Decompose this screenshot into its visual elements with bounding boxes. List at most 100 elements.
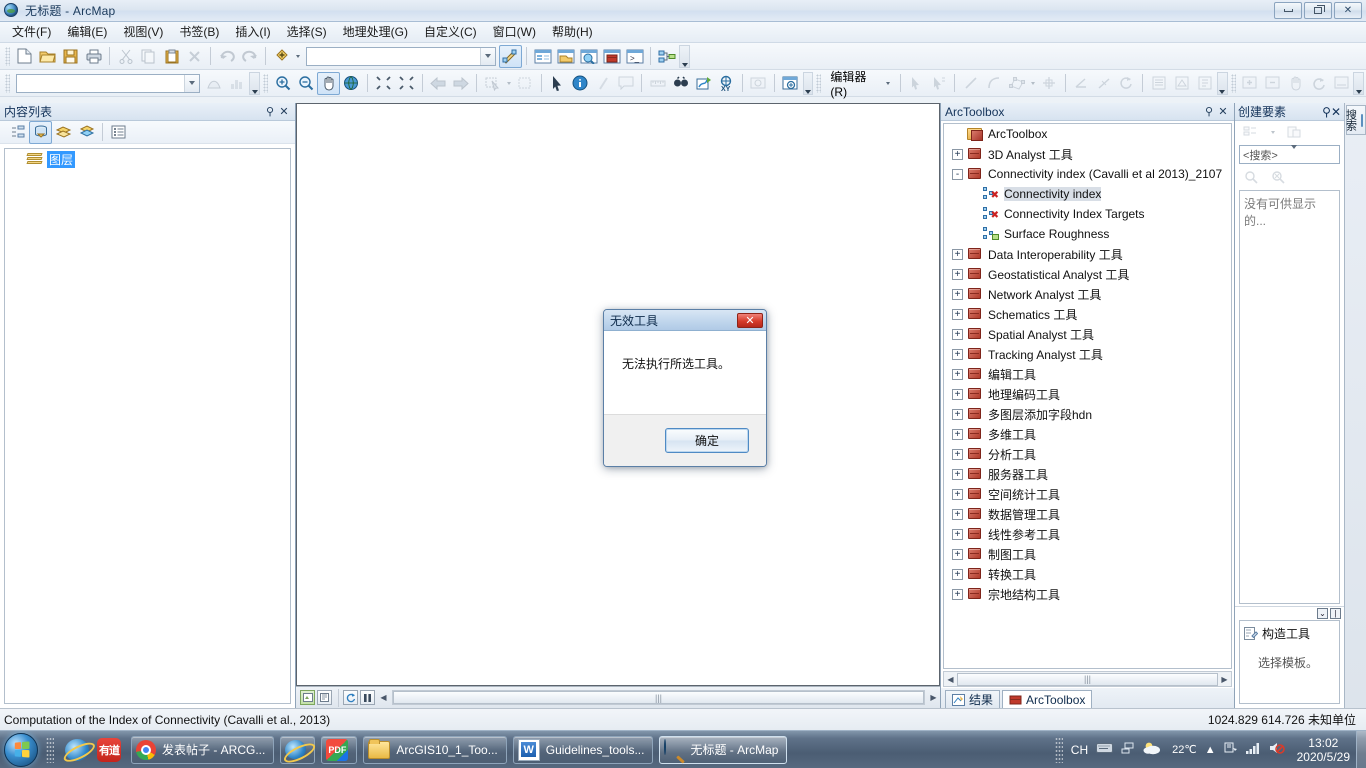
- catalog-icon[interactable]: [554, 45, 577, 68]
- toc-tree[interactable]: 图层: [4, 148, 291, 704]
- layout-view-icon[interactable]: [317, 690, 332, 705]
- expand-expander-icon[interactable]: +: [952, 468, 963, 480]
- toolbox-tree-row[interactable]: + 多维工具: [944, 424, 1231, 444]
- go-next-extent-icon[interactable]: [449, 72, 472, 95]
- standard-toolbar-overflow[interactable]: [679, 44, 690, 68]
- internet-explorer-icon[interactable]: [63, 736, 91, 763]
- edit-vertices-icon[interactable]: [1005, 72, 1028, 95]
- scroll-left-arrow[interactable]: ◀: [377, 693, 390, 702]
- tab-arctoolbox[interactable]: ArcToolbox: [1002, 690, 1093, 708]
- weather-partly-cloudy-icon[interactable]: [1142, 741, 1164, 759]
- select-dropdown[interactable]: [504, 72, 514, 95]
- toolbox-tree-row[interactable]: + 制图工具: [944, 544, 1231, 564]
- split-icon[interactable]: [1093, 72, 1116, 95]
- minimize-button[interactable]: [1274, 2, 1302, 19]
- find-icon[interactable]: [669, 72, 692, 95]
- pan-data-icon[interactable]: [1285, 72, 1308, 95]
- clear-selection-icon[interactable]: [514, 72, 537, 95]
- taskbar-clock[interactable]: 13:02 2020/5/29: [1293, 736, 1350, 764]
- dialog-close-button[interactable]: ✕: [737, 312, 763, 328]
- zoom-in-icon[interactable]: [271, 72, 294, 95]
- expand-expander-icon[interactable]: +: [952, 568, 963, 580]
- dialog-ok-button[interactable]: 确定: [665, 428, 749, 453]
- add-data-dropdown[interactable]: [293, 45, 303, 68]
- measure-icon[interactable]: [646, 72, 669, 95]
- list-by-source-icon[interactable]: [29, 120, 52, 144]
- select-features-icon[interactable]: [481, 72, 504, 95]
- expand-expander-icon[interactable]: +: [952, 588, 963, 600]
- collapse-icon[interactable]: ⌄: [1317, 608, 1328, 619]
- taskbar-item-word[interactable]: W Guidelines_tools...: [512, 735, 654, 764]
- menu-item-edit[interactable]: 编辑(E): [59, 23, 115, 42]
- expand-expander-icon[interactable]: +: [952, 448, 963, 460]
- list-by-visibility-icon[interactable]: [52, 121, 75, 144]
- restore-button[interactable]: [1304, 2, 1332, 19]
- cut-polygons-icon[interactable]: [1070, 72, 1093, 95]
- start-button[interactable]: [4, 732, 38, 767]
- toolbox-tree-row[interactable]: + Data Interoperability 工具: [944, 244, 1231, 264]
- vertical-tab-search[interactable]: 搜索: [1345, 105, 1366, 135]
- menu-item-view[interactable]: 视图(V): [115, 23, 171, 42]
- toolbar-grip[interactable]: [816, 73, 822, 93]
- layer-combo[interactable]: [15, 73, 200, 93]
- refresh-view-icon[interactable]: [343, 690, 358, 705]
- cut-icon[interactable]: [114, 45, 137, 68]
- menu-item-geoprocessing[interactable]: 地理处理(G): [335, 23, 416, 42]
- pin-icon[interactable]: ⚲: [1202, 105, 1216, 118]
- scroll-thumb[interactable]: |||: [957, 672, 1218, 686]
- arctoolbox-horizontal-scrollbar[interactable]: ◀ ||| ▶: [943, 671, 1232, 687]
- expand-expander-icon[interactable]: +: [952, 328, 963, 340]
- toolbox-tree-row[interactable]: ✖ Connectivity Index Targets: [944, 204, 1231, 224]
- full-extent-icon[interactable]: [340, 72, 363, 95]
- hyperlink-icon[interactable]: [592, 72, 615, 95]
- expand-expander-icon[interactable]: +: [952, 428, 963, 440]
- classify-icon[interactable]: [203, 72, 226, 95]
- toolbox-tree-row[interactable]: ✖ Connectivity index: [944, 184, 1231, 204]
- tray-grip[interactable]: [1054, 736, 1063, 763]
- scroll-right-arrow[interactable]: ▶: [1218, 675, 1231, 684]
- toolbox-tree-row[interactable]: + 编辑工具: [944, 364, 1231, 384]
- toolbox-tree-row[interactable]: + Tracking Analyst 工具: [944, 344, 1231, 364]
- toolbox-tree-row[interactable]: + 数据管理工具: [944, 504, 1231, 524]
- close-button[interactable]: ✕: [1334, 2, 1362, 19]
- search-icon[interactable]: [1239, 166, 1262, 189]
- reshape-feature-icon[interactable]: [1038, 72, 1061, 95]
- menu-item-insert[interactable]: 插入(I): [227, 23, 278, 42]
- expand-expander-icon[interactable]: +: [952, 148, 963, 160]
- zoom-out-data-icon[interactable]: [1262, 72, 1285, 95]
- taskbar-item-ie[interactable]: [280, 735, 316, 764]
- toolbar-grip[interactable]: [5, 73, 10, 93]
- toolbox-tree-row[interactable]: + Network Analyst 工具: [944, 284, 1231, 304]
- menu-item-windows[interactable]: 窗口(W): [485, 23, 544, 42]
- edit-vertices-dropdown[interactable]: [1028, 72, 1038, 95]
- toolbar-grip[interactable]: [263, 73, 269, 93]
- pause-drawing-icon[interactable]: [360, 690, 375, 705]
- list-by-drawing-order-icon[interactable]: [6, 121, 29, 144]
- edit-annotation-icon[interactable]: [928, 72, 951, 95]
- add-data-icon[interactable]: [270, 45, 293, 68]
- find-route-icon[interactable]: [692, 72, 715, 95]
- menu-item-help[interactable]: 帮助(H): [544, 23, 601, 42]
- toolbox-tree-row[interactable]: + 多图层添加字段hdn: [944, 404, 1231, 424]
- delete-icon[interactable]: [183, 45, 206, 68]
- select-elements-icon[interactable]: [546, 72, 569, 95]
- taskbar-item-pdf[interactable]: PDF: [321, 735, 358, 764]
- rotate-icon[interactable]: [1116, 72, 1139, 95]
- data-view-icon[interactable]: [300, 690, 315, 705]
- scroll-thumb[interactable]: |||: [393, 691, 924, 704]
- map-scale-combo[interactable]: [306, 46, 496, 66]
- toolbox-tree-row[interactable]: + Schematics 工具: [944, 304, 1231, 324]
- menu-item-file[interactable]: 文件(F): [4, 23, 59, 42]
- expand-expander-icon[interactable]: +: [952, 408, 963, 420]
- map-horizontal-scrollbar[interactable]: |||: [392, 690, 925, 705]
- toolbox-tree-row[interactable]: +3D Analyst 工具: [944, 144, 1231, 164]
- python-window-icon[interactable]: >_: [623, 45, 646, 68]
- expand-expander-icon[interactable]: +: [952, 268, 963, 280]
- scroll-left-arrow[interactable]: ◀: [944, 675, 957, 684]
- action-center-icon[interactable]: [1224, 741, 1238, 758]
- model-builder-icon[interactable]: [655, 45, 678, 68]
- attributes-icon[interactable]: [1147, 72, 1170, 95]
- toolbox-tree-row[interactable]: + 空间统计工具: [944, 484, 1231, 504]
- template-search-input[interactable]: <搜索>: [1239, 144, 1340, 164]
- toolbox-tree-row[interactable]: ArcToolbox: [944, 124, 1231, 144]
